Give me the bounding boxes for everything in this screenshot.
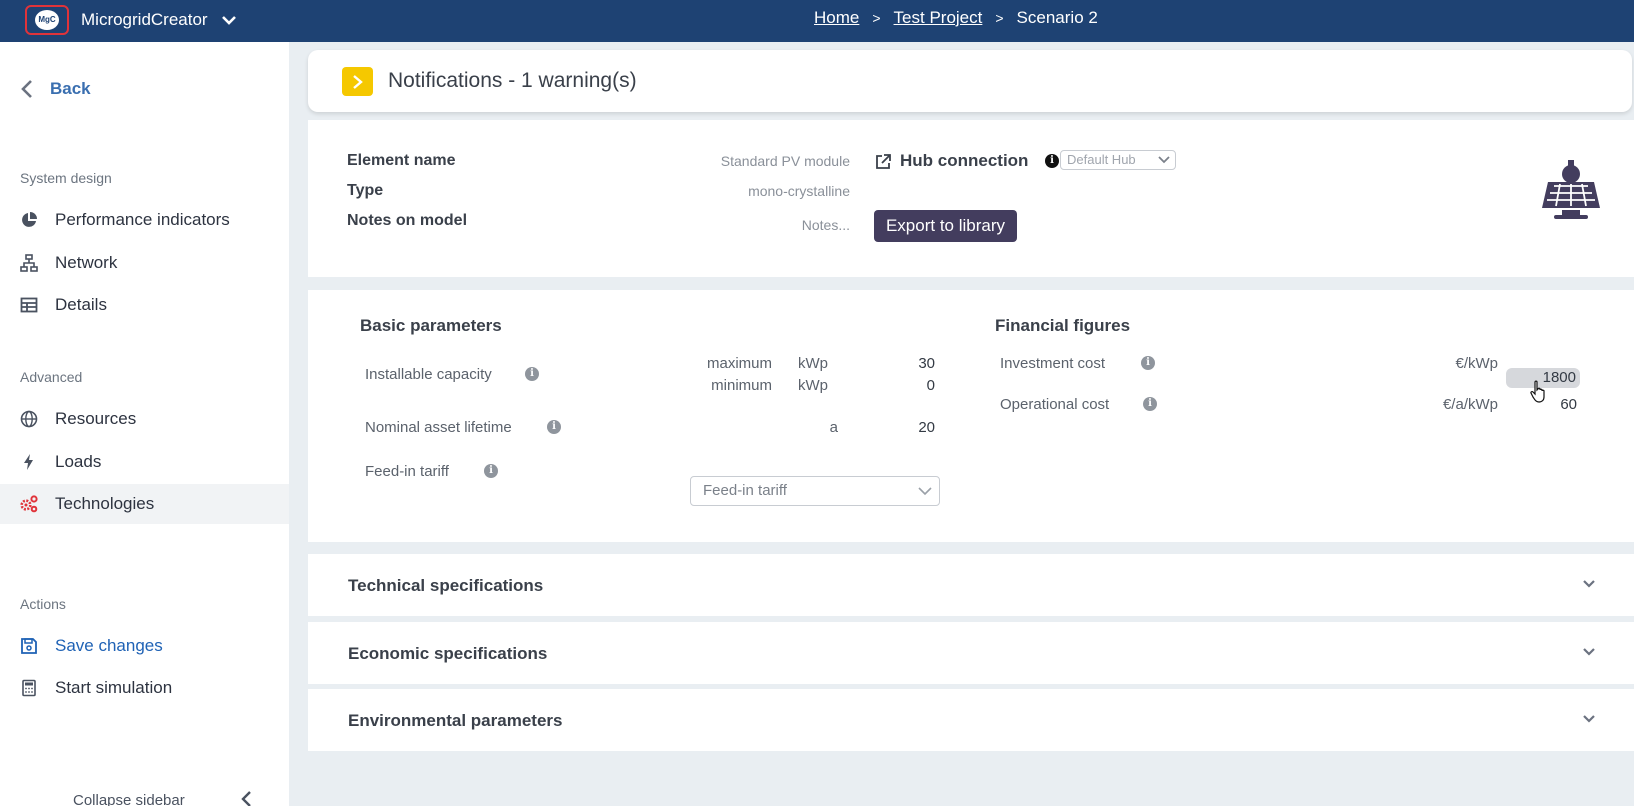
breadcrumb-scenario: Scenario 2 [1016, 8, 1098, 27]
hub-connection-label: Hub connection [900, 151, 1029, 170]
table-icon [20, 297, 38, 313]
sidebar-item-details[interactable]: Details [0, 285, 289, 325]
lightning-icon [24, 454, 33, 470]
lifetime-unit: a [829, 419, 838, 436]
parameters-card: Basic parameters Installable capacity i … [308, 290, 1634, 542]
logo-text: MgC [35, 10, 59, 30]
chevron-left-icon[interactable] [238, 790, 254, 806]
info-icon[interactable]: i [525, 367, 539, 381]
financial-figures-title: Financial figures [995, 316, 1131, 335]
chevron-down-icon [1158, 156, 1170, 164]
sidebar-item-label: Loads [55, 452, 102, 471]
capacity-unit: kWp [798, 355, 828, 372]
info-icon[interactable]: i [547, 420, 561, 434]
save-changes-button[interactable]: Save changes [0, 626, 289, 666]
maximum-label: maximum [706, 355, 772, 372]
hub-connection-select[interactable]: Default Hub [1060, 150, 1176, 170]
back-button[interactable]: Back [18, 78, 91, 100]
solar-panel-icon [1542, 160, 1600, 219]
operational-unit: €/a/kWp [1442, 396, 1498, 413]
sidebar-item-label: Details [55, 295, 107, 314]
sidebar-item-label: Performance indicators [55, 210, 230, 229]
sidebar-item-loads[interactable]: Loads [0, 442, 289, 482]
app-logo[interactable]: MgC [25, 5, 69, 35]
technical-specifications-accordion[interactable]: Technical specifications [308, 554, 1634, 616]
app-name[interactable]: MicrogridCreator [81, 10, 208, 30]
save-icon [21, 638, 37, 654]
chevron-down-icon[interactable] [221, 12, 237, 28]
investment-cost-label: Investment cost [1000, 355, 1106, 372]
lifetime-input[interactable]: 20 [878, 419, 935, 436]
collapse-sidebar-button[interactable]: Collapse sidebar [73, 792, 185, 806]
pie-chart-icon [22, 212, 37, 227]
feed-in-tariff-label: Feed-in tariff [365, 463, 449, 480]
chevron-down-icon [1583, 580, 1595, 588]
minimum-label: minimum [711, 377, 772, 394]
start-simulation-button[interactable]: Start simulation [0, 668, 289, 708]
save-changes-label: Save changes [55, 636, 163, 655]
type-label: Type [347, 182, 384, 199]
sidebar-item-technologies[interactable]: Technologies [0, 484, 289, 524]
notifications-title: Notifications - 1 warning(s) [388, 69, 637, 92]
capacity-unit: kWp [798, 377, 828, 394]
sidebar-item-label: Resources [55, 409, 137, 428]
sidebar: Back System design Performance indicator… [0, 42, 289, 806]
external-link-icon[interactable] [874, 153, 892, 171]
section-label-system-design: System design [20, 170, 112, 186]
type-value: mono-crystalline [748, 183, 850, 199]
sidebar-item-resources[interactable]: Resources [0, 399, 289, 439]
breadcrumb-home[interactable]: Home [814, 8, 859, 28]
info-icon[interactable]: i [1045, 154, 1059, 168]
start-simulation-label: Start simulation [55, 678, 173, 697]
chevron-left-icon [21, 80, 32, 98]
environmental-parameters-accordion[interactable]: Environmental parameters [308, 689, 1634, 751]
info-icon[interactable]: i [1141, 356, 1155, 370]
sidebar-item-performance-indicators[interactable]: Performance indicators [0, 200, 289, 240]
top-bar: MgC MicrogridCreator Home > Test Project… [0, 0, 1634, 42]
notes-label: Notes on model [347, 212, 468, 229]
network-icon [20, 254, 38, 272]
sidebar-item-label: Network [55, 253, 118, 272]
minimum-capacity-input[interactable]: 0 [878, 377, 935, 394]
chevron-down-icon [1583, 648, 1595, 656]
element-name-label: Element name [347, 152, 456, 169]
warning-badge [342, 67, 373, 96]
maximum-capacity-input[interactable]: 30 [878, 355, 935, 372]
export-to-library-button[interactable]: Export to library [874, 210, 1017, 242]
chevron-right-icon [353, 75, 363, 89]
basic-parameters-title: Basic parameters [360, 316, 502, 335]
chevron-down-icon [918, 487, 932, 496]
sidebar-item-label: Technologies [55, 494, 155, 513]
element-info-card: Element name Standard PV module Type mon… [308, 120, 1634, 277]
chevron-down-icon [1583, 715, 1595, 723]
section-label-advanced: Advanced [20, 369, 83, 385]
gears-icon [20, 495, 38, 513]
notifications-panel[interactable]: Notifications - 1 warning(s) [308, 50, 1632, 112]
back-label: Back [50, 79, 91, 98]
section-label-actions: Actions [20, 596, 66, 612]
element-name-value[interactable]: Standard PV module [688, 153, 850, 169]
breadcrumb-separator: > [995, 10, 1004, 26]
notes-field[interactable]: Notes... [688, 217, 850, 233]
info-icon[interactable]: i [1143, 397, 1157, 411]
sidebar-item-network[interactable]: Network [0, 243, 289, 283]
calculator-icon [22, 679, 36, 697]
info-icon[interactable]: i [484, 464, 498, 478]
accordion-title: Technical specifications [348, 576, 544, 595]
operational-cost-input[interactable]: 60 [1508, 396, 1577, 413]
globe-icon [20, 410, 38, 428]
lifetime-label: Nominal asset lifetime [365, 419, 512, 436]
investment-unit: €/kWp [1455, 355, 1498, 372]
breadcrumb-separator: > [872, 10, 881, 26]
operational-cost-label: Operational cost [1000, 396, 1110, 413]
feed-in-tariff-placeholder: Feed-in tariff [703, 482, 787, 499]
feed-in-tariff-select[interactable]: Feed-in tariff [690, 476, 940, 506]
hub-select-value: Default Hub [1067, 152, 1136, 167]
accordion-title: Environmental parameters [348, 711, 563, 730]
breadcrumb-project[interactable]: Test Project [894, 8, 983, 28]
accordion-title: Economic specifications [348, 644, 548, 663]
economic-specifications-accordion[interactable]: Economic specifications [308, 622, 1634, 684]
breadcrumb: Home > Test Project > Scenario 2 [814, 8, 1098, 28]
installable-capacity-label: Installable capacity [365, 366, 492, 383]
